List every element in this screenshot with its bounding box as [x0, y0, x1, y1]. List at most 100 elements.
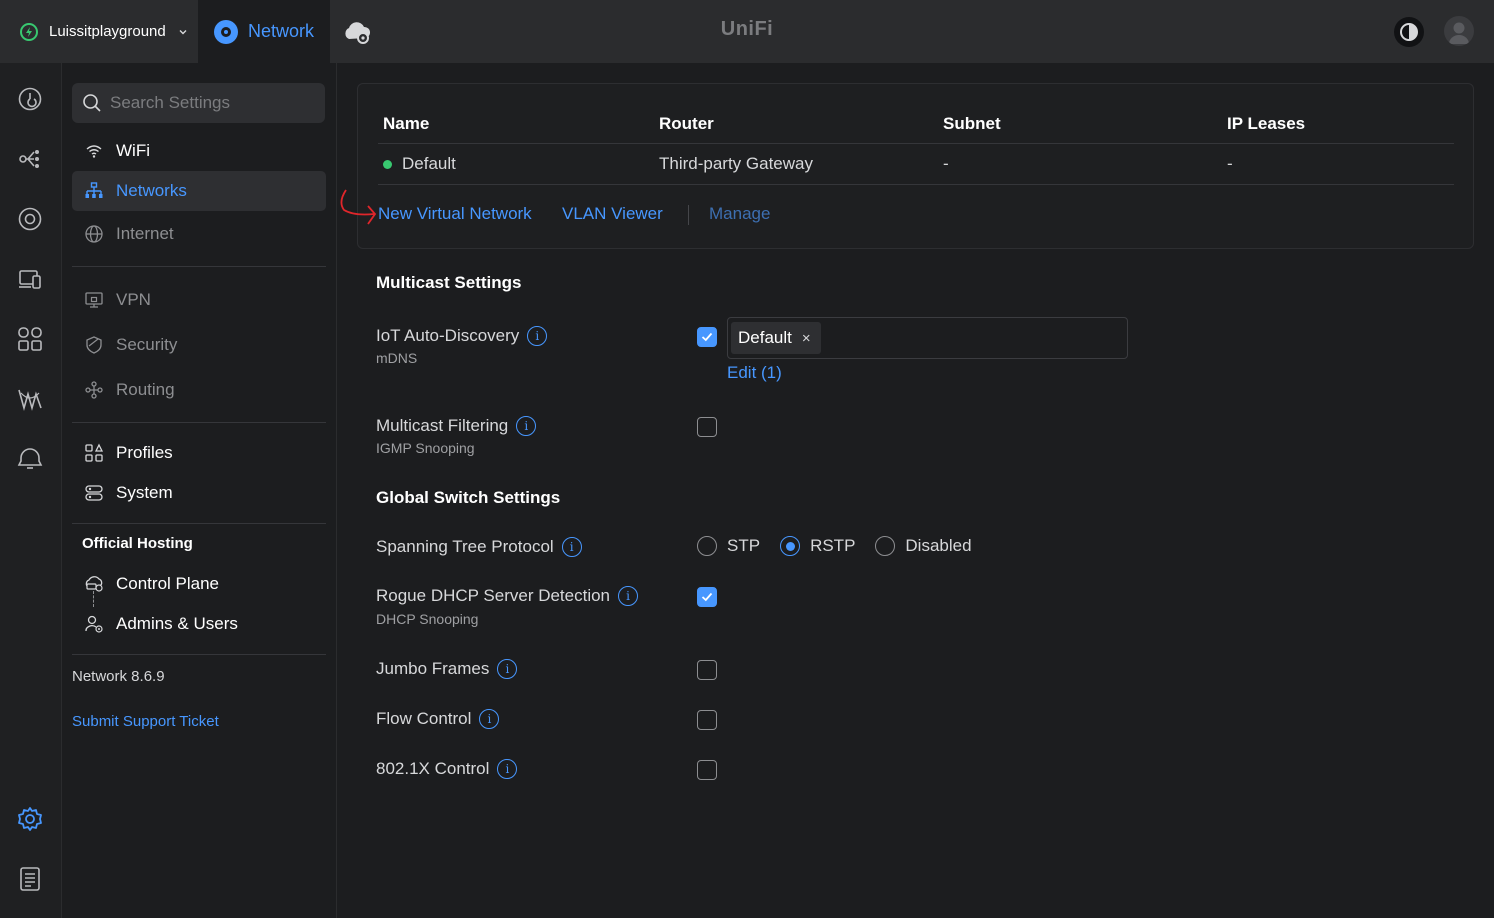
sidebar-item-label: Internet: [116, 224, 174, 243]
jumbo-frames-checkbox[interactable]: [697, 660, 717, 680]
sidebar-item-label: Networks: [116, 181, 187, 200]
devices-icon[interactable]: [16, 205, 44, 233]
column-header-ip-leases[interactable]: IP Leases: [1227, 114, 1305, 134]
column-header-name[interactable]: Name: [383, 114, 429, 134]
multicast-filtering-checkbox[interactable]: [697, 417, 717, 437]
submit-support-ticket-link[interactable]: Submit Support Ticket: [72, 713, 219, 730]
sidebar-item-label: System: [116, 483, 173, 502]
rogue-dhcp-checkbox[interactable]: [697, 587, 717, 607]
spanning-tree-radio-group: STP RSTP Disabled: [697, 536, 992, 556]
network-name-cell: Default: [383, 154, 456, 174]
check-icon: [701, 332, 713, 342]
app-version: Network 8.6.9: [72, 668, 165, 685]
info-icon[interactable]: i: [561, 537, 582, 557]
sidebar-item-label: Routing: [116, 380, 175, 399]
user-avatar[interactable]: [1444, 16, 1474, 46]
sidebar-item-label: Admins & Users: [116, 614, 238, 633]
jumbo-frames-label: Jumbo Frames i: [376, 659, 518, 679]
manage-link[interactable]: Manage: [709, 204, 770, 224]
column-header-subnet[interactable]: Subnet: [943, 114, 1001, 134]
sidebar-item-networks[interactable]: Networks: [72, 171, 326, 211]
vpn-icon: [84, 290, 104, 310]
rstp-option[interactable]: RSTP: [780, 536, 855, 556]
dashboard-icon[interactable]: [16, 85, 44, 113]
stp-option[interactable]: STP: [697, 536, 760, 556]
nav-divider: [72, 422, 326, 423]
dot1x-control-checkbox[interactable]: [697, 760, 717, 780]
info-icon[interactable]: i: [497, 659, 518, 679]
rogue-dhcp-label: Rogue DHCP Server Detection i: [376, 586, 639, 606]
online-status-dot: [383, 160, 392, 170]
sidebar-item-routing[interactable]: Routing: [72, 370, 326, 410]
settings-gear-icon[interactable]: [16, 805, 44, 833]
iot-auto-discovery-label: IoT Auto-Discovery i: [376, 326, 548, 346]
radio-manager-icon[interactable]: [16, 385, 44, 413]
control-plane-icon: [84, 574, 104, 594]
shield-icon: [84, 335, 104, 355]
check-icon: [701, 592, 713, 602]
sidebar-item-system[interactable]: System: [72, 473, 326, 513]
vlan-viewer-link[interactable]: VLAN Viewer: [562, 204, 663, 224]
insights-icon[interactable]: [16, 325, 44, 353]
info-icon[interactable]: i: [527, 326, 548, 346]
iot-auto-discovery-checkbox[interactable]: [697, 327, 717, 347]
search-input[interactable]: [110, 93, 310, 113]
flow-control-checkbox[interactable]: [697, 710, 717, 730]
system-icon: [84, 483, 104, 503]
wifi-icon: [84, 141, 104, 161]
user-icon: [1449, 22, 1469, 44]
theme-toggle-button[interactable]: [1394, 17, 1424, 47]
networks-table-card: Name Router Subnet IP Leases Default Thi…: [357, 83, 1474, 249]
radio-button[interactable]: [697, 536, 717, 556]
top-bar: Luissitplayground Network UniFi: [0, 0, 1494, 63]
info-icon[interactable]: i: [479, 709, 500, 729]
brand-logo: UniFi: [720, 18, 774, 40]
sidebar-item-security[interactable]: Security: [72, 325, 326, 365]
routing-icon: [84, 380, 104, 400]
sidebar-item-wifi[interactable]: WiFi: [72, 131, 326, 171]
spanning-tree-label: Spanning Tree Protocol i: [376, 537, 582, 557]
sidebar-item-admins-users[interactable]: Admins & Users: [72, 604, 326, 644]
nav-divider: [72, 266, 326, 267]
new-virtual-network-link[interactable]: New Virtual Network: [378, 204, 532, 224]
iot-auto-discovery-sublabel: mDNS: [376, 350, 418, 366]
alarm-manager-icon[interactable]: [16, 445, 44, 473]
info-icon[interactable]: i: [516, 416, 537, 436]
remove-chip-icon[interactable]: ×: [802, 330, 811, 347]
iot-networks-multiselect[interactable]: Default ×: [727, 317, 1128, 359]
flow-control-label: Flow Control i: [376, 709, 500, 729]
sidebar-item-label: Control Plane: [116, 574, 220, 593]
radio-button-selected[interactable]: [780, 536, 801, 556]
app-rail: [0, 63, 62, 918]
networks-icon: [84, 181, 104, 201]
sidebar-item-control-plane[interactable]: Control Plane: [72, 564, 326, 604]
column-header-router[interactable]: Router: [659, 114, 714, 134]
settings-sidebar: WiFi Networks Internet VPN Security Rout…: [62, 63, 337, 918]
profiles-icon: [84, 443, 104, 463]
info-icon[interactable]: i: [497, 759, 518, 779]
sidebar-item-vpn[interactable]: VPN: [72, 280, 326, 320]
table-divider: [378, 143, 1454, 144]
sidebar-item-internet[interactable]: Internet: [72, 214, 326, 254]
search-icon: [83, 94, 101, 112]
disabled-option[interactable]: Disabled: [875, 536, 972, 556]
sidebar-item-profiles[interactable]: Profiles: [72, 433, 326, 473]
search-box[interactable]: [72, 83, 325, 123]
nav-divider: [72, 654, 326, 655]
radio-button[interactable]: [875, 536, 896, 556]
official-hosting-heading: Official Hosting: [82, 535, 193, 552]
table-divider: [378, 184, 1454, 185]
sidebar-item-label: VPN: [116, 290, 151, 309]
sidebar-item-label: Profiles: [116, 443, 173, 462]
info-icon[interactable]: i: [618, 586, 639, 606]
network-subnet-cell: -: [943, 154, 949, 173]
multicast-filtering-label: Multicast Filtering i: [376, 416, 537, 436]
system-log-icon[interactable]: [16, 865, 44, 893]
global-switch-settings-title: Global Switch Settings: [376, 488, 561, 507]
clients-icon[interactable]: [16, 265, 44, 293]
network-router-cell: Third-party Gateway: [659, 154, 813, 173]
edit-iot-networks-link[interactable]: Edit (1): [727, 363, 782, 383]
sidebar-item-label: WiFi: [116, 141, 150, 160]
dot1x-control-label: 802.1X Control i: [376, 759, 518, 779]
topology-icon[interactable]: [16, 145, 44, 173]
